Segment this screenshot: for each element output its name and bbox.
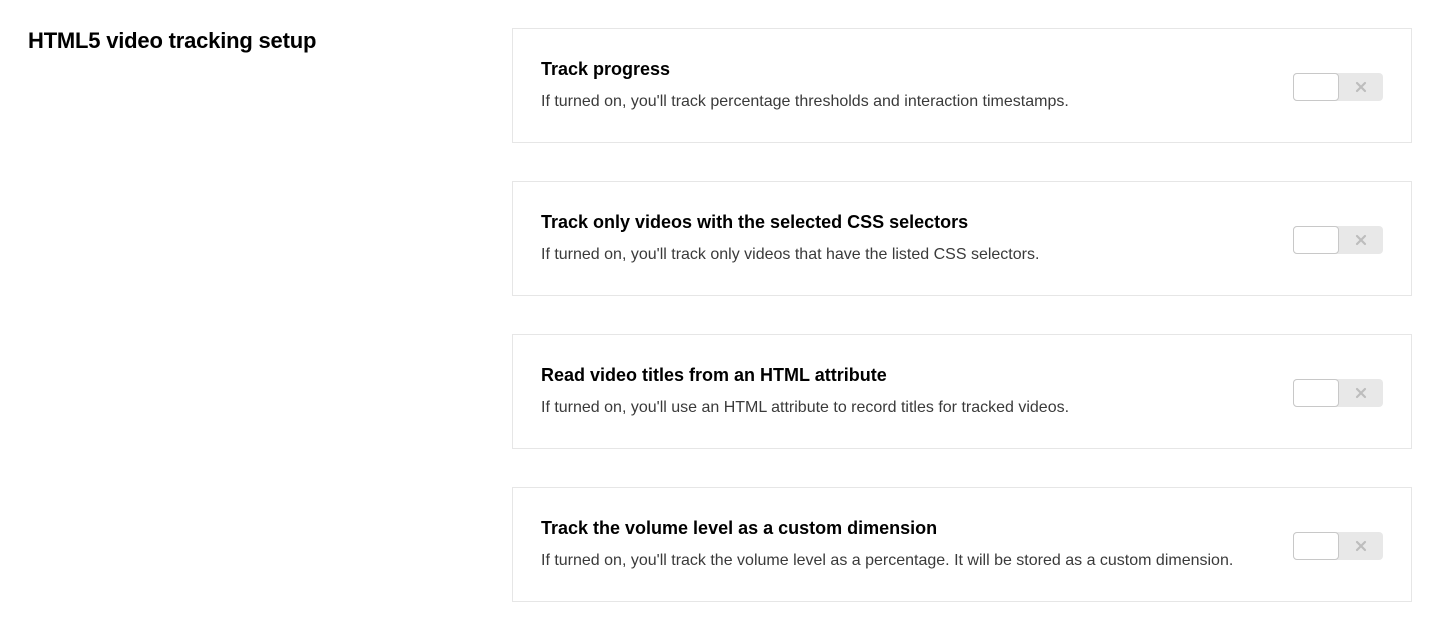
toggle-track-progress[interactable]	[1293, 73, 1383, 101]
toggle-knob	[1293, 73, 1339, 101]
setting-title: Track the volume level as a custom dimen…	[541, 518, 1269, 539]
close-icon	[1355, 540, 1367, 552]
setting-description: If turned on, you'll track only videos t…	[541, 243, 1269, 267]
section-title: HTML5 video tracking setup	[28, 28, 488, 54]
setting-description: If turned on, you'll use an HTML attribu…	[541, 396, 1269, 420]
toggle-knob	[1293, 379, 1339, 407]
toggle-volume-dimension[interactable]	[1293, 532, 1383, 560]
setting-title: Read video titles from an HTML attribute	[541, 365, 1269, 386]
setting-title: Track only videos with the selected CSS …	[541, 212, 1269, 233]
close-icon	[1355, 81, 1367, 93]
setting-card-css-selectors: Track only videos with the selected CSS …	[512, 181, 1412, 296]
toggle-knob	[1293, 226, 1339, 254]
close-icon	[1355, 234, 1367, 246]
toggle-knob	[1293, 532, 1339, 560]
setting-card-track-progress: Track progress If turned on, you'll trac…	[512, 28, 1412, 143]
close-icon	[1355, 387, 1367, 399]
toggle-html-attribute[interactable]	[1293, 379, 1383, 407]
toggle-css-selectors[interactable]	[1293, 226, 1383, 254]
setting-card-volume-dimension: Track the volume level as a custom dimen…	[512, 487, 1412, 602]
setting-card-html-attribute: Read video titles from an HTML attribute…	[512, 334, 1412, 449]
setting-title: Track progress	[541, 59, 1269, 80]
setting-description: If turned on, you'll track percentage th…	[541, 90, 1269, 114]
setting-description: If turned on, you'll track the volume le…	[541, 549, 1269, 573]
